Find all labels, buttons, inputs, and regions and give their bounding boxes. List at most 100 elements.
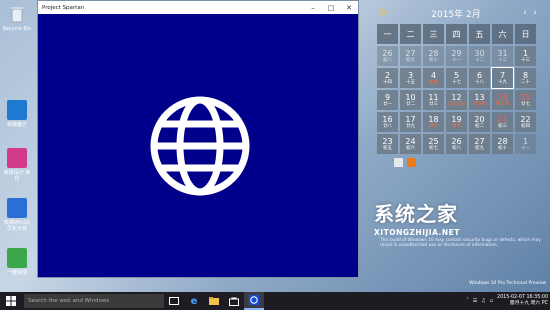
day-number: 11	[428, 93, 439, 102]
calendar-day[interactable]: 21 初三	[492, 112, 513, 132]
calendar-day[interactable]: 24 初六	[400, 134, 421, 154]
file-explorer-icon[interactable]	[204, 292, 224, 310]
calendar-day[interactable]: 27 初九	[400, 46, 421, 66]
day-number: 22	[520, 115, 531, 124]
calendar-day[interactable]: 11 廿三	[423, 90, 444, 110]
calendar-day[interactable]: 15 廿七	[515, 90, 536, 110]
chevron-up-icon[interactable]: ˆ	[466, 298, 469, 304]
ie-icon[interactable]: e	[184, 292, 204, 310]
chevron-right-icon[interactable]: ›	[530, 8, 540, 18]
network-icon[interactable]: ☰	[473, 298, 477, 304]
day-number: 4	[430, 71, 437, 80]
desktop-icon-label: 一键清理	[6, 270, 27, 276]
desktop-icon-recycle-bin[interactable]: Recycle Bin	[2, 4, 32, 32]
calendar-day[interactable]: 28 初十	[492, 134, 513, 154]
windows-start-icon[interactable]	[0, 292, 22, 310]
calendar-day[interactable]: 8 二十	[515, 68, 536, 88]
search-input[interactable]: Search the web and Windows	[24, 294, 164, 308]
lunar-label: 十五	[406, 80, 415, 85]
desktop-icon-optimizer[interactable]: 软媒Win10 优化大师	[2, 198, 32, 232]
day-number: 14	[497, 93, 508, 102]
calendar-day[interactable]: 19 春节	[446, 112, 467, 132]
lunar-label: 十九	[498, 80, 507, 85]
spartan-window: Project Spartan – □ ✕	[37, 0, 359, 278]
action-center-icon[interactable]: ▫	[490, 298, 493, 304]
day-number: 5	[453, 71, 460, 80]
app-optimizer-icon	[7, 198, 27, 218]
calendar-settings-button[interactable]	[407, 158, 416, 167]
calendar-day[interactable]: 26 初八	[377, 46, 398, 66]
calendar-day[interactable]: 25 初七	[423, 134, 444, 154]
calendar-day[interactable]: 23 初五	[377, 134, 398, 154]
calendar-day[interactable]: 6 十八	[469, 68, 490, 88]
day-number: 8	[522, 71, 529, 80]
desktop-icon-cube[interactable]: 软媒魔方	[2, 100, 32, 128]
lunar-label: 初十	[498, 146, 507, 151]
lunar-label: 小年(北)	[447, 102, 465, 107]
calendar-day[interactable]: 16 廿八	[377, 112, 398, 132]
weekday: 二	[400, 24, 421, 44]
lunar-label: 十七	[452, 80, 461, 85]
app-clean-icon	[7, 248, 27, 268]
lunar-label: 初六	[406, 146, 415, 151]
volume-icon[interactable]: ♫	[481, 298, 485, 304]
calendar-day[interactable]: 9 廿一	[377, 90, 398, 110]
day-number: 9	[384, 93, 391, 102]
calendar-day[interactable]: 17 廿九	[400, 112, 421, 132]
lunar-label: 除夕	[429, 124, 438, 129]
maximize-icon[interactable]: □	[322, 1, 340, 14]
day-number: 24	[405, 137, 416, 146]
calendar-day[interactable]: 5 十七	[446, 68, 467, 88]
calendar-day[interactable]: 18 除夕	[423, 112, 444, 132]
lunar-label: 初二	[475, 124, 484, 129]
desktop-icon-label: 软媒Win10 优化大师	[4, 220, 30, 232]
calendar-day[interactable]: 28 初十	[423, 46, 444, 66]
watermark-title: 系统之家	[374, 202, 458, 226]
calendar-day[interactable]: 22 初四	[515, 112, 536, 132]
calendar-day[interactable]: 31 十三	[492, 46, 513, 66]
recycle-bin-icon	[7, 4, 27, 24]
calendar-day[interactable]: 3 十五	[400, 68, 421, 88]
window-titlebar[interactable]: Project Spartan – □ ✕	[38, 1, 358, 14]
lunar-label: 十一	[521, 146, 530, 151]
taskbar: Search the web and Windows e ˆ ☰ ♫ ▫ 201…	[0, 292, 550, 310]
calendar-day[interactable]: 7 十九	[491, 67, 514, 89]
day-number: 12	[451, 93, 462, 102]
day-number: 7	[499, 71, 506, 80]
system-tray: ˆ ☰ ♫ ▫ 2015-02-07 16:35:00 腊月十九 周六 PC	[466, 292, 548, 310]
close-icon[interactable]: ✕	[340, 1, 358, 14]
window-title: Project Spartan	[42, 4, 85, 11]
desktop-icon-clean[interactable]: 一键清理	[2, 248, 32, 276]
calendar-day[interactable]: 29 十一	[446, 46, 467, 66]
spartan-taskbar-icon[interactable]	[244, 292, 264, 310]
calendar-day[interactable]: 14 情人节	[492, 90, 513, 110]
taskbar-clock[interactable]: 2015-02-07 16:35:00 腊月十九 周六 PC	[497, 295, 548, 307]
globe-icon	[150, 96, 250, 196]
minimize-icon[interactable]: –	[304, 1, 322, 14]
store-icon[interactable]	[224, 292, 244, 310]
day-number: 18	[428, 115, 439, 124]
day-number: 25	[428, 137, 439, 146]
task-view-icon[interactable]	[164, 292, 184, 310]
weekday: 四	[446, 24, 467, 44]
calendar-day[interactable]: 27 初九	[469, 134, 490, 154]
calendar-notes-button[interactable]	[394, 158, 403, 167]
calendar-day[interactable]: 30 十二	[469, 46, 490, 66]
app-theme-icon	[7, 148, 27, 168]
calendar-day[interactable]: 10 廿二	[400, 90, 421, 110]
lunar-label: 二十	[521, 80, 530, 85]
chevron-left-icon[interactable]: ‹	[520, 8, 530, 18]
lunar-label: 初八	[452, 146, 461, 151]
calendar-day[interactable]: 1 十三	[515, 46, 536, 66]
calendar-day[interactable]: 2 十四	[377, 68, 398, 88]
calendar-day[interactable]: 1 十一	[515, 134, 536, 154]
weekday: 一	[377, 24, 398, 44]
calendar-day[interactable]: 13 小年(南)	[469, 90, 490, 110]
day-number: 2	[384, 71, 391, 80]
calendar-day[interactable]: 4 立春	[423, 68, 444, 88]
lunar-label: 十一	[452, 58, 461, 63]
desktop-icon-theme[interactable]: 软媒设计 美化	[2, 148, 32, 182]
calendar-day[interactable]: 12 小年(北)	[446, 90, 467, 110]
calendar-day[interactable]: 20 初二	[469, 112, 490, 132]
calendar-day[interactable]: 26 初八	[446, 134, 467, 154]
